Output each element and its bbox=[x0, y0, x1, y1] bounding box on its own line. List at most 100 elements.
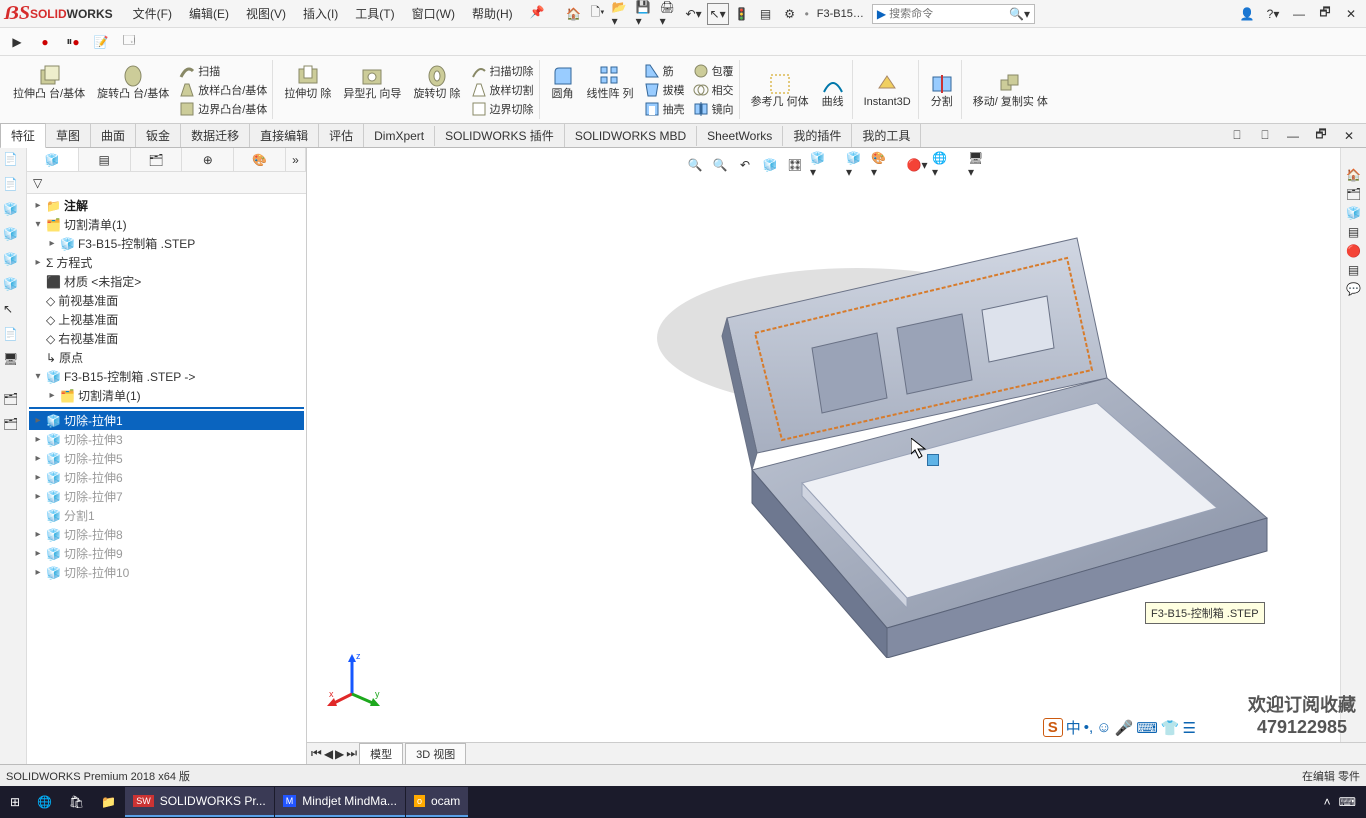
tree-cut-extrude-7[interactable]: ▸🧊切除-拉伸7 bbox=[29, 487, 304, 506]
display-style-icon[interactable]: 🧊▾ bbox=[809, 154, 831, 176]
tree-cut-extrude-5[interactable]: ▸🧊切除-拉伸5 bbox=[29, 449, 304, 468]
view-settings2-icon[interactable]: 🖥▾ bbox=[967, 154, 989, 176]
macro-edit-icon[interactable]: 📝 bbox=[90, 31, 112, 53]
sweep-boss-button[interactable]: 扫描 bbox=[177, 62, 269, 80]
select-icon[interactable]: ↖▾ bbox=[707, 3, 729, 25]
instant3d-button[interactable]: Instant3D bbox=[860, 70, 915, 110]
task-solidworks[interactable]: SWSOLIDWORKS Pr... bbox=[125, 787, 274, 817]
tree-cutlist[interactable]: ▾🗂️切割清单(1) bbox=[29, 215, 304, 234]
menu-tools[interactable]: 工具(T) bbox=[347, 2, 402, 25]
boundary-boss-button[interactable]: 边界凸台/基体 bbox=[177, 100, 269, 118]
taskpane-props-icon[interactable]: ▤ bbox=[1348, 225, 1359, 239]
tree-cut-extrude-3[interactable]: ▸🧊切除-拉伸3 bbox=[29, 430, 304, 449]
shell-button[interactable]: 抽壳 bbox=[642, 100, 687, 118]
tree-cut-extrude-10[interactable]: ▸🧊切除-拉伸10 bbox=[29, 563, 304, 582]
extrude-cut-button[interactable]: 拉伸切 除 bbox=[280, 62, 335, 118]
tab-direct-editing[interactable]: 直接编辑 bbox=[250, 124, 319, 147]
tree-tab-feature[interactable]: 🧊 bbox=[27, 148, 79, 171]
tree-right-plane[interactable]: ◇右视基准面 bbox=[29, 329, 304, 348]
curves-button[interactable]: 曲线 bbox=[817, 70, 849, 110]
help-icon[interactable]: ?▾ bbox=[1262, 3, 1284, 25]
doc-restore-icon[interactable]: 🗗 bbox=[1310, 125, 1332, 147]
tree-cutlist-2[interactable]: ▸🗂️切割清单(1) bbox=[29, 386, 304, 405]
hide-show-icon[interactable]: 🧊▾ bbox=[845, 154, 867, 176]
minimize-button[interactable]: — bbox=[1288, 3, 1310, 25]
tab-dimxpert[interactable]: DimXpert bbox=[364, 126, 435, 146]
tab-sheetworks[interactable]: SheetWorks bbox=[697, 126, 783, 146]
extrude-boss-button[interactable]: 拉伸凸 台/基体 bbox=[9, 62, 89, 118]
zoom-area-icon[interactable]: 🔍 bbox=[709, 154, 731, 176]
tree-cut-extrude-8[interactable]: ▸🧊切除-拉伸8 bbox=[29, 525, 304, 544]
menu-window[interactable]: 窗口(W) bbox=[404, 2, 463, 25]
draft-button[interactable]: 拔模 bbox=[642, 81, 687, 99]
task-explorer[interactable]: 📁 bbox=[93, 787, 124, 817]
tab-evaluate[interactable]: 评估 bbox=[319, 124, 364, 147]
revolve-cut-button[interactable]: 旋转切 除 bbox=[409, 62, 464, 118]
tree-tab-property[interactable]: ▤ bbox=[79, 148, 131, 171]
macro-pause-icon[interactable]: ⏸● bbox=[62, 31, 84, 53]
start-button[interactable]: ⊞ bbox=[2, 787, 28, 817]
tray-keyboard-icon[interactable]: ⌨ bbox=[1339, 795, 1356, 809]
rebuild-icon[interactable]: 🚦 bbox=[731, 3, 753, 25]
lsb-icon-9[interactable]: 🖥 bbox=[3, 352, 23, 372]
task-store[interactable]: 🛍 bbox=[61, 787, 92, 817]
hole-wizard-button[interactable]: 异型孔 向导 bbox=[339, 62, 405, 118]
lsb-icon-8[interactable]: 📄 bbox=[3, 327, 23, 347]
fillet-button[interactable]: 圆角 bbox=[547, 62, 579, 118]
wrap-button[interactable]: 包覆 bbox=[691, 62, 736, 80]
graphics-viewport[interactable]: 🔍 🔍 ↶ 🧊 🎛 🧊▾ 🧊▾ 🎨▾ 🔴▾ 🌐▾ 🖥▾ bbox=[307, 148, 1366, 764]
intersect-button[interactable]: 相交 bbox=[691, 81, 736, 99]
macro-new-icon[interactable]: 🗔 bbox=[118, 31, 140, 53]
tab-sw-addins[interactable]: SOLIDWORKS 插件 bbox=[435, 124, 565, 147]
settings-icon[interactable]: ⚙ bbox=[779, 3, 801, 25]
tree-material[interactable]: ⬛材质 <未指定> bbox=[29, 272, 304, 291]
taskpane-home-icon[interactable]: 🏠 bbox=[1346, 168, 1361, 182]
print-icon[interactable]: 🖨▾ bbox=[659, 3, 681, 25]
expand-left-icon[interactable]: ⎕ bbox=[1226, 125, 1248, 147]
loft-boss-button[interactable]: 放样凸台/基体 bbox=[177, 81, 269, 99]
lsb-icon-7[interactable]: ↖ bbox=[3, 302, 23, 322]
taskpane-forum-icon[interactable]: 💬 bbox=[1346, 282, 1361, 296]
bottom-tab-3dview[interactable]: 3D 视图 bbox=[405, 743, 466, 765]
tab-data-migration[interactable]: 数据迁移 bbox=[181, 124, 250, 147]
lsb-icon-11[interactable]: 🗂 bbox=[3, 417, 23, 437]
mirror-button[interactable]: 镜向 bbox=[691, 100, 736, 118]
search-icon[interactable]: 🔍▾ bbox=[1009, 7, 1030, 21]
expand-right-icon[interactable]: ⎕ bbox=[1254, 125, 1276, 147]
lsb-icon-4[interactable]: 🧊 bbox=[3, 227, 23, 247]
tab-surfaces[interactable]: 曲面 bbox=[91, 124, 136, 147]
tree-cut-extrude-1[interactable]: ▸🧊切除-拉伸1 bbox=[29, 411, 304, 430]
taskpane-design-icon[interactable]: 🗂 bbox=[1346, 187, 1361, 201]
tree-front-plane[interactable]: ◇前视基准面 bbox=[29, 291, 304, 310]
menu-insert[interactable]: 插入(I) bbox=[295, 2, 346, 25]
tree-annotations[interactable]: ▸📁注解 bbox=[29, 196, 304, 215]
tree-step-file[interactable]: ▸🧊F3-B15-控制箱 .STEP bbox=[29, 234, 304, 253]
boundary-cut-button[interactable]: 边界切除 bbox=[469, 100, 536, 118]
search-box[interactable]: ▶ 🔍▾ bbox=[872, 4, 1035, 24]
taskpane-appear-icon[interactable]: 🔴 bbox=[1346, 244, 1361, 258]
prev-view-icon[interactable]: ↶ bbox=[734, 154, 756, 176]
doc-minimize-icon[interactable]: — bbox=[1282, 125, 1304, 147]
menu-help[interactable]: 帮助(H) bbox=[464, 2, 521, 25]
lsb-icon-2[interactable]: 📄 bbox=[3, 177, 23, 197]
tab-my-tools[interactable]: 我的工具 bbox=[852, 124, 921, 147]
filter-icon[interactable]: ▽ bbox=[33, 176, 42, 190]
rib-button[interactable]: 筋 bbox=[642, 62, 687, 80]
linear-pattern-button[interactable]: 线性阵 列 bbox=[583, 62, 638, 118]
close-button[interactable]: ✕ bbox=[1340, 3, 1362, 25]
home-icon[interactable]: 🏠 bbox=[563, 3, 585, 25]
task-edge[interactable]: 🌐 bbox=[29, 787, 60, 817]
tab-nav-prev-icon[interactable]: ◀ bbox=[324, 747, 333, 761]
tab-my-addins[interactable]: 我的插件 bbox=[783, 124, 852, 147]
lsb-icon-3[interactable]: 🧊 bbox=[3, 202, 23, 222]
tree-imported-body[interactable]: ▾🧊F3-B15-控制箱 .STEP -> bbox=[29, 367, 304, 386]
tree-tab-more[interactable]: » bbox=[286, 148, 306, 171]
edit-appearance-icon[interactable]: 🎨▾ bbox=[870, 154, 892, 176]
menu-edit[interactable]: 编辑(E) bbox=[181, 2, 237, 25]
sweep-cut-button[interactable]: 扫描切除 bbox=[469, 62, 536, 80]
tree-cut-extrude-6[interactable]: ▸🧊切除-拉伸6 bbox=[29, 468, 304, 487]
new-icon[interactable]: 🗋▾ bbox=[587, 3, 609, 25]
tab-sheetmetal[interactable]: 钣金 bbox=[136, 124, 181, 147]
doc-close-icon[interactable]: ✕ bbox=[1338, 125, 1360, 147]
tab-nav-next-icon[interactable]: ▶ bbox=[335, 747, 344, 761]
